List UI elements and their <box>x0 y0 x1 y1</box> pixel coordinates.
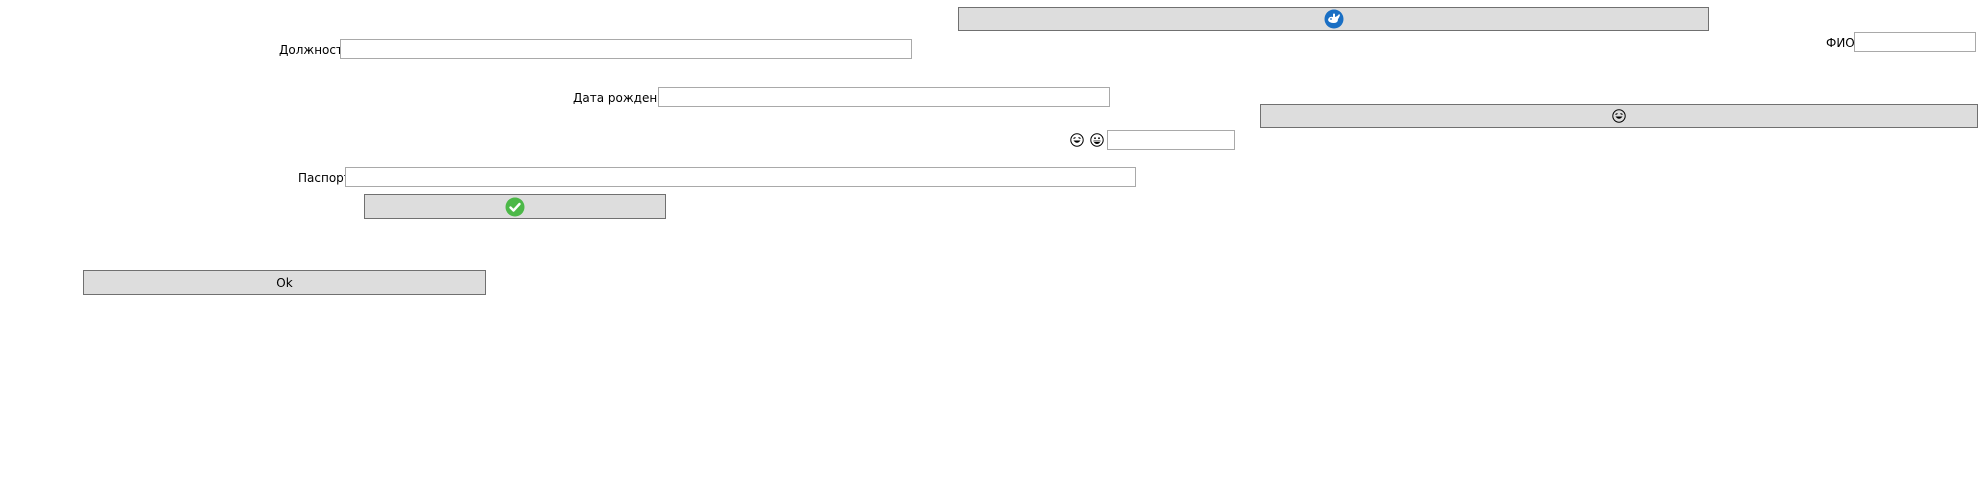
position-field[interactable] <box>340 39 912 59</box>
fio-field[interactable] <box>1854 32 1976 52</box>
ok-button-label: Ok <box>276 275 293 290</box>
grinning-face-icon <box>1090 133 1104 147</box>
passport-label: Паспорт <box>298 171 351 185</box>
laughing-face-button[interactable] <box>1260 104 1978 128</box>
passport-field[interactable] <box>345 167 1136 187</box>
emoji-label <box>1070 133 1104 147</box>
emoji-field[interactable] <box>1107 130 1235 150</box>
whale-icon <box>1324 9 1344 29</box>
whale-button[interactable] <box>958 7 1709 31</box>
laughing-face-icon <box>1070 133 1084 147</box>
birthdate-field[interactable] <box>658 87 1110 107</box>
fio-label: ФИО <box>1826 36 1855 50</box>
checkmark-icon <box>505 197 525 217</box>
ok-button[interactable]: Ok <box>83 270 486 295</box>
laughing-face-icon <box>1612 109 1626 123</box>
check-button[interactable] <box>364 194 666 219</box>
